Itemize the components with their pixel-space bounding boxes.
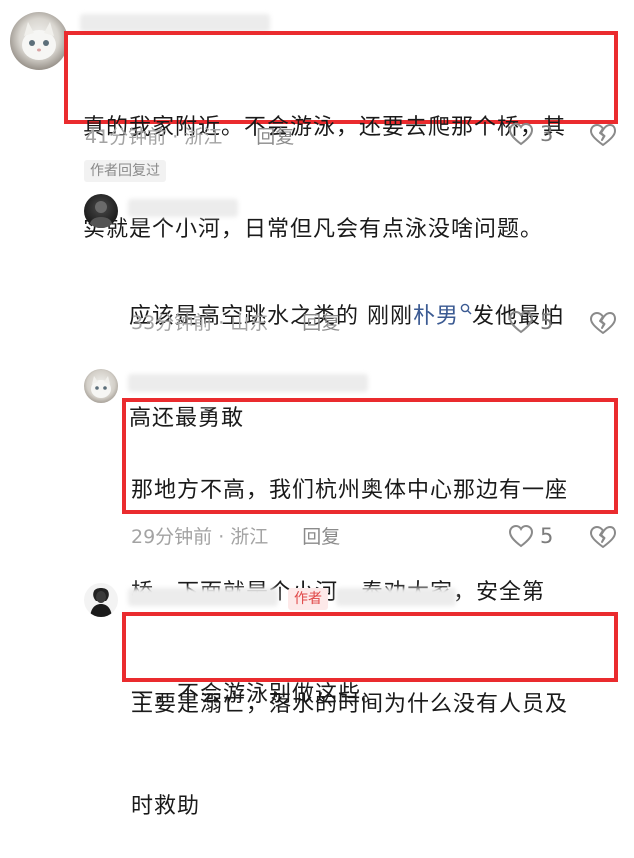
dislike-button[interactable] [589, 123, 617, 151]
comment-meta: 29分钟前 · 浙江 回复 [131, 526, 341, 548]
avatar[interactable] [84, 369, 118, 403]
author-badge: 作者 [288, 588, 328, 610]
search-icon[interactable] [460, 303, 472, 315]
avatar[interactable] [84, 583, 118, 617]
like-button[interactable]: 3 [508, 122, 553, 146]
author-replied-tag: 作者回复过 [84, 160, 166, 182]
cat-avatar-icon [91, 376, 111, 398]
location: 浙江 [184, 126, 223, 148]
like-count: 3 [540, 122, 554, 146]
heart-icon [508, 122, 534, 146]
avatar[interactable] [10, 12, 68, 70]
reply-button[interactable]: 回复 [256, 126, 294, 148]
comment-meta: 41分钟前 · 浙江 回复 [85, 126, 295, 148]
broken-heart-icon [590, 312, 616, 334]
username-blurred[interactable] [128, 374, 368, 392]
comment-meta: 33分钟前 · 山东 回复 [131, 312, 341, 334]
username-blurred[interactable] [80, 14, 270, 32]
reply-button[interactable]: 回复 [302, 312, 340, 334]
mention-link[interactable]: 朴男 [413, 304, 459, 329]
comment-text: 主要是溺亡，落水的时间为什么没有人员及 时救助 [131, 692, 569, 819]
like-count: 5 [540, 310, 554, 334]
username-blurred[interactable] [336, 588, 456, 606]
cat-avatar-icon [22, 22, 56, 60]
avatar[interactable] [84, 194, 118, 228]
like-button[interactable]: 5 [508, 310, 553, 334]
timestamp: 41分钟前 [85, 126, 167, 148]
heart-icon [508, 524, 534, 548]
like-count: 5 [540, 524, 554, 548]
person-avatar-icon [90, 588, 112, 617]
like-button[interactable]: 5 [508, 524, 553, 548]
username-blurred[interactable] [128, 199, 238, 217]
heart-icon [508, 310, 534, 334]
broken-heart-icon [590, 526, 616, 548]
location: 山东 [230, 312, 269, 334]
reply-button[interactable]: 回复 [302, 526, 340, 548]
dislike-button[interactable] [589, 525, 617, 553]
timestamp: 29分钟前 [131, 526, 213, 548]
location: 浙江 [230, 526, 269, 548]
person-avatar-icon [90, 201, 112, 228]
broken-heart-icon [590, 124, 616, 146]
timestamp: 33分钟前 [131, 312, 213, 334]
dislike-button[interactable] [589, 311, 617, 339]
username-blurred[interactable] [128, 588, 278, 606]
